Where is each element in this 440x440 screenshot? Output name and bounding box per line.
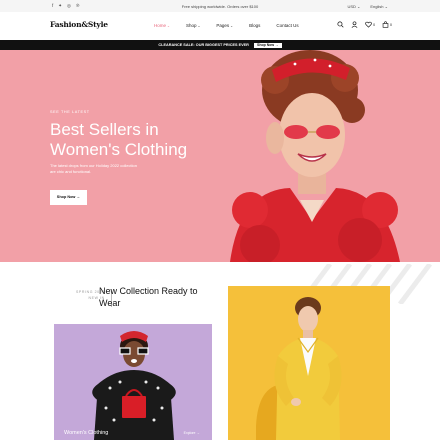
chevron-down-icon: ⌄ (357, 3, 361, 9)
hero-model-image (230, 50, 400, 262)
promo-shop-now-button[interactable]: Shop Now → (253, 42, 282, 48)
locale-selectors: USD ⌄ English ⌄ (347, 4, 388, 9)
cart-button[interactable]: 0 (382, 21, 392, 28)
promo-button-label: Shop Now (256, 42, 275, 47)
hero-eyebrow: SEE THE LATEST (50, 110, 90, 114)
nav-item-contact[interactable]: Contact Us (276, 23, 298, 28)
section-title: New Collection Ready to Wear (99, 286, 198, 308)
cart-count: 0 (390, 22, 392, 27)
language-label: English (370, 3, 384, 9)
mens-collection-image (256, 297, 342, 440)
main-nav: Home ⌄ Shop ⌄ Pages ⌄ Blogs Contact Us (154, 23, 315, 28)
language-select[interactable]: English ⌄ (370, 4, 388, 9)
currency-select[interactable]: USD ⌄ (347, 4, 360, 9)
promo-bar: CLEARANCE SALE: OUR BIGGEST PRICES EVER … (0, 40, 440, 50)
nav-item-home[interactable]: Home ⌄ (154, 23, 170, 28)
nav-label: Pages (216, 23, 230, 28)
nav-item-pages[interactable]: Pages ⌄ (216, 23, 233, 28)
cart-icon (382, 21, 389, 28)
promo-text: CLEARANCE SALE: OUR BIGGEST PRICES EVER (158, 43, 249, 47)
wishlist-button[interactable]: 0 (365, 21, 375, 28)
search-icon[interactable] (337, 21, 344, 28)
explore-label: Explore (183, 431, 196, 435)
nav-label: Home (154, 23, 167, 28)
hero-headline: Best Sellers in Women's Clothing (50, 120, 188, 159)
womens-clothing-card[interactable]: Women's Clothing Explore → (54, 324, 212, 440)
nav-item-blogs[interactable]: Blogs (249, 23, 260, 28)
nav-item-shop[interactable]: Shop ⌄ (186, 23, 200, 28)
womens-clothing-image (92, 331, 176, 440)
site-logo[interactable]: Fashion&Style (50, 20, 108, 29)
chevron-down-icon: ⌄ (167, 23, 170, 28)
chevron-down-icon: ⌄ (384, 3, 388, 9)
chevron-down-icon: ⌄ (230, 23, 234, 28)
wishlist-count: 0 (373, 22, 376, 27)
hero-button-label: Shop Now (56, 195, 76, 199)
user-icon[interactable] (351, 21, 358, 28)
nav-label: Contact Us (276, 23, 299, 28)
hero-shop-now-button[interactable]: Shop Now → (50, 190, 87, 205)
currency-label: USD (347, 3, 356, 9)
heart-icon (365, 21, 372, 28)
nav-label: Shop (185, 23, 197, 28)
main-header: Fashion&Style Home ⌄ Shop ⌄ Pages ⌄ Blogs C… (0, 12, 440, 40)
hero-description: The latest drops from our Holiday 2022 c… (50, 163, 137, 174)
new-collection-section: SPRING 2023 NEW IN New Collection Ready … (0, 262, 440, 440)
nav-label: Blogs (249, 23, 261, 28)
card-label: Women's Clothing (64, 430, 109, 436)
mens-collection-card[interactable] (228, 286, 390, 440)
explore-link[interactable]: Explore → (184, 431, 200, 435)
chevron-down-icon: ⌄ (197, 23, 201, 28)
header-icons: 0 0 (337, 21, 392, 28)
top-bar: f ✦ ◎ ℗ Free shipping worldwide. Orders … (0, 0, 440, 12)
hero-banner: SEE THE LATEST Best Sellers in Women's C… (0, 50, 440, 262)
